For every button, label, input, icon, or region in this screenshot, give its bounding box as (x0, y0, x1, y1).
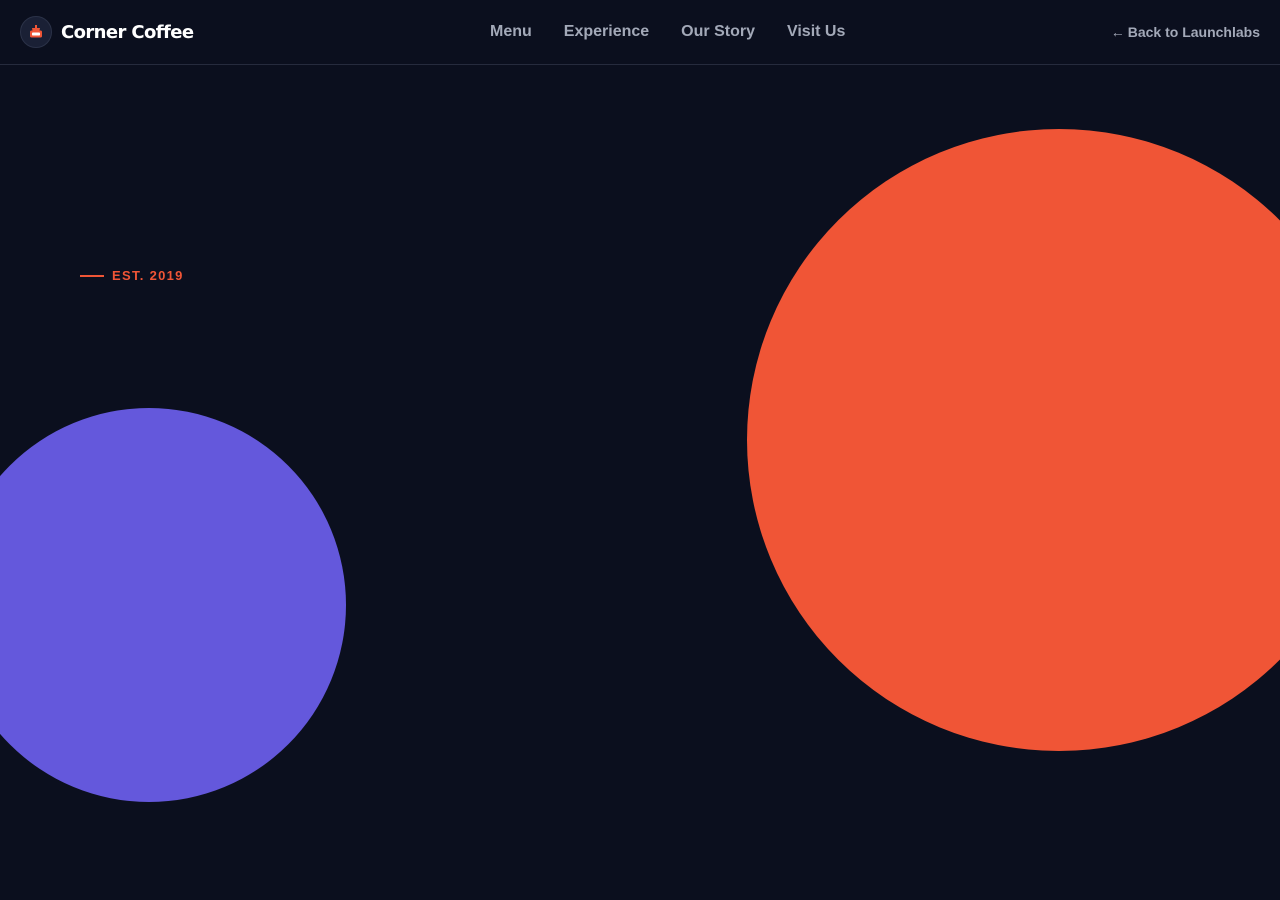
page: Corner Coffee Menu Experience Our Story … (0, 0, 1280, 900)
arrow-left-icon: ← (1110, 24, 1125, 40)
brand-logo-link[interactable]: Corner Coffee (20, 16, 194, 48)
back-to-launchlabs-link[interactable]: ← Back to Launchlabs (1111, 0, 1260, 64)
eyebrow-text: EST. 2019 (112, 268, 184, 283)
brand-name: Corner Coffee (61, 21, 194, 43)
coffee-cup-icon (20, 16, 52, 48)
site-header: Corner Coffee Menu Experience Our Story … (0, 0, 1280, 65)
eyebrow-line (80, 274, 104, 277)
purple-circle-decoration (0, 408, 346, 802)
nav-link-experience[interactable]: Experience (548, 23, 665, 41)
hero-eyebrow: EST. 2019 (80, 268, 184, 283)
nav-link-menu[interactable]: Menu (474, 23, 548, 41)
nav-link-visit-us[interactable]: Visit Us (771, 23, 861, 41)
hero-section: EST. 2019 (0, 65, 1280, 900)
back-link-label: Back to Launchlabs (1127, 24, 1260, 40)
nav-link-our-story[interactable]: Our Story (665, 23, 771, 41)
orange-circle-decoration (747, 129, 1280, 751)
main-nav: Menu Experience Our Story Visit Us (474, 0, 861, 64)
